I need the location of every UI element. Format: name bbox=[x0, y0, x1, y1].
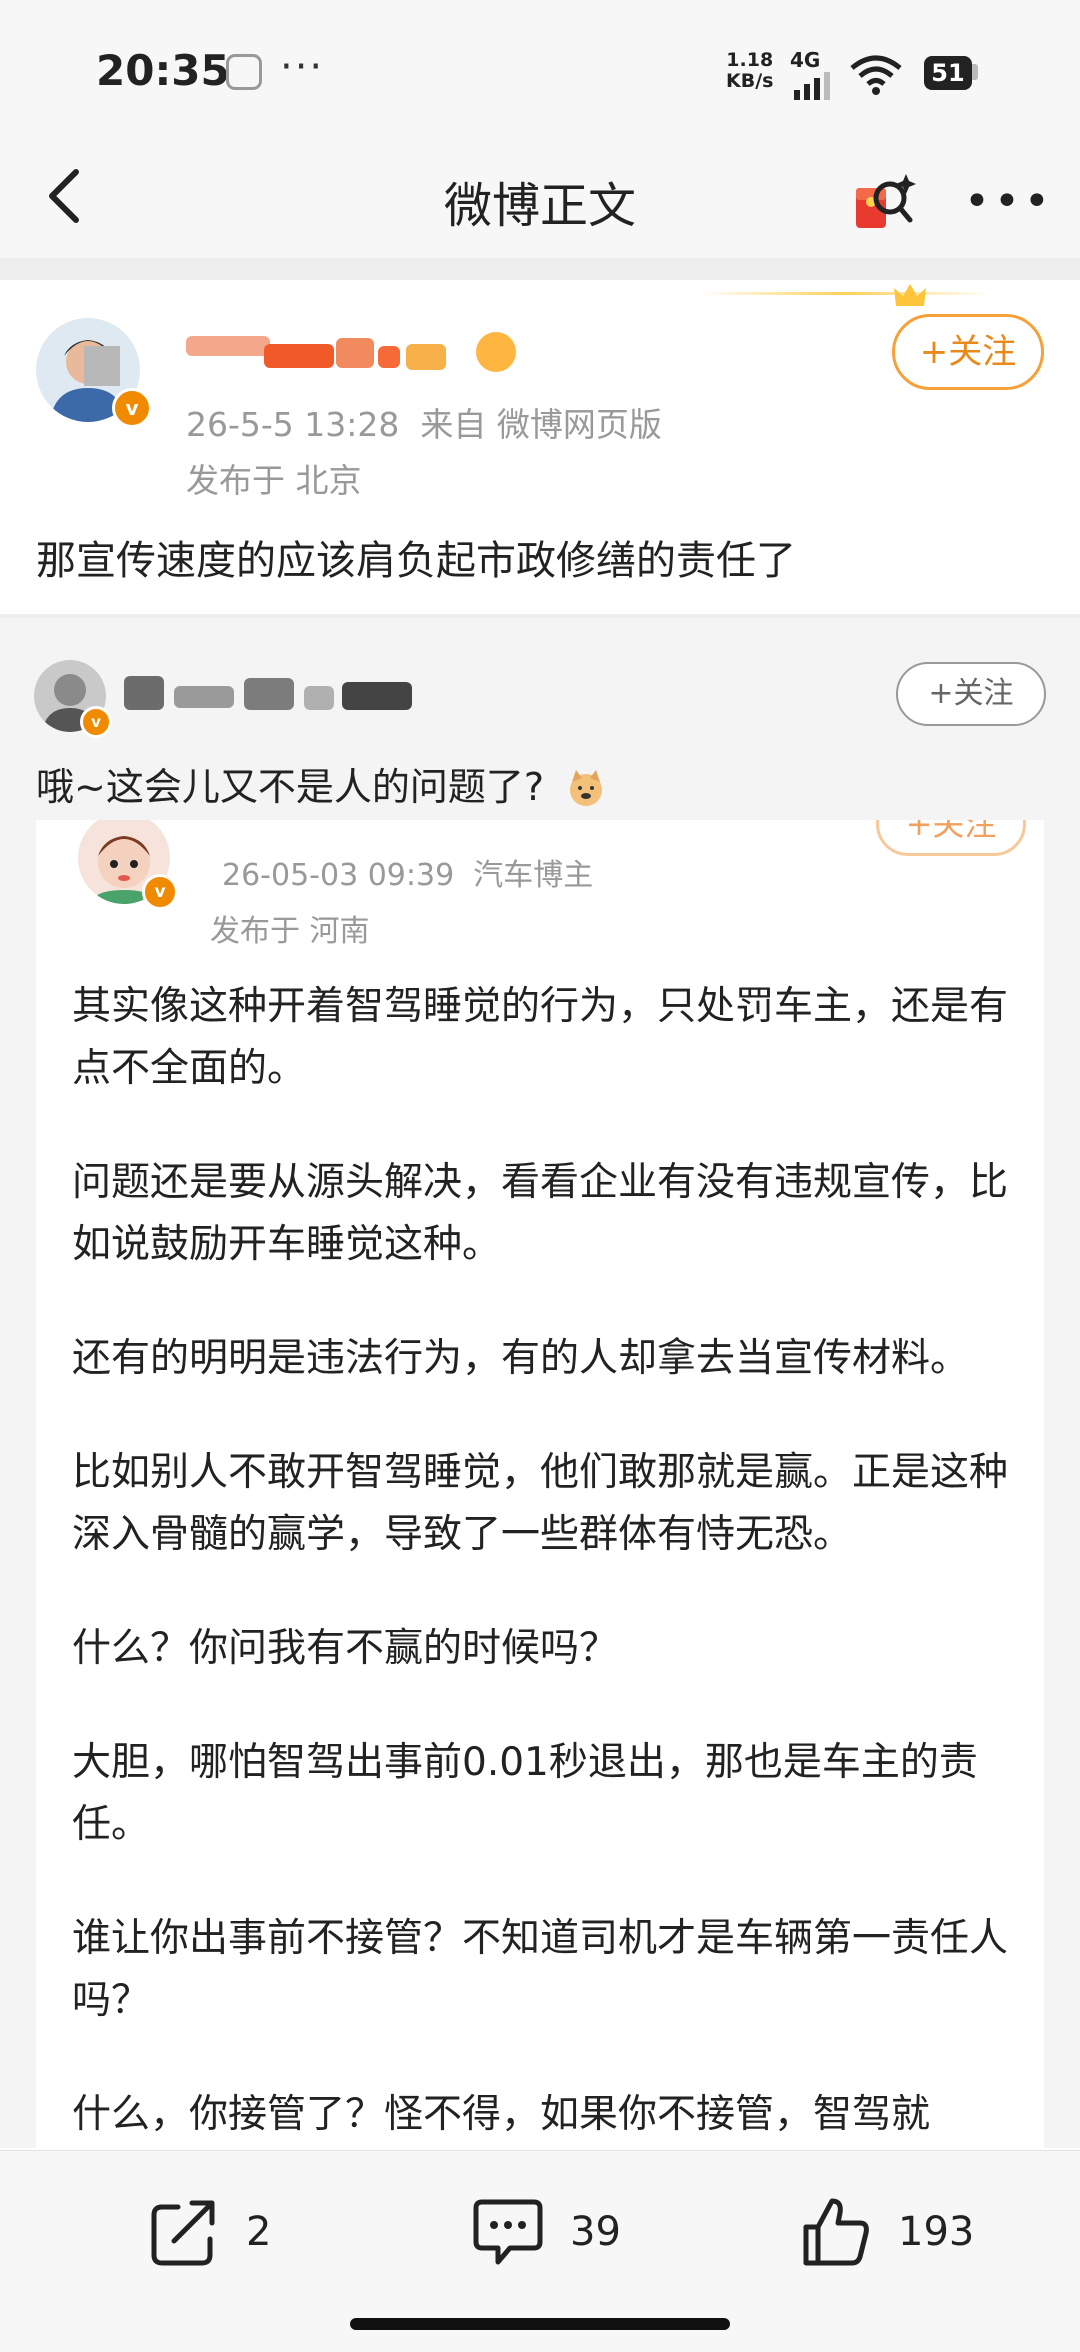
quoted-meta: 26-05-03 09:39 汽车博主 bbox=[222, 858, 594, 893]
post-location: 发布于 北京 bbox=[186, 461, 362, 500]
network-type: 4G bbox=[790, 48, 821, 72]
repost-comment-text: 哦~这会儿又不是人的问题了? bbox=[36, 756, 606, 811]
share-count: 2 bbox=[246, 2209, 272, 2255]
commenter-name-redacted[interactable] bbox=[124, 672, 424, 716]
fan-badge-icon bbox=[476, 332, 516, 372]
quoted-paragraph: 什么，你接管了？怪不得，如果你不接管，智驾就 bbox=[72, 2092, 931, 2137]
quoted-post-card[interactable]: v +关注 26-05-03 09:39 汽车博主 发布于 河南 其实像这种开着… bbox=[36, 820, 1044, 2150]
quoted-paragraph: 还有的明明是违法行为，有的人却拿去当宣传材料。 bbox=[72, 1336, 970, 1381]
red-packet-search-icon[interactable] bbox=[848, 164, 920, 236]
decoration-line bbox=[700, 292, 990, 295]
wifi-icon bbox=[850, 55, 902, 95]
share-icon bbox=[151, 2200, 215, 2266]
post-meta: 26-5-5 13:28 来自 微博网页版 bbox=[186, 405, 662, 444]
verified-badge-icon: v bbox=[112, 388, 152, 428]
quoted-paragraph: 问题还是要从源头解决，看看企业有没有违规宣传，比如说鼓励开车睡觉这种。 bbox=[72, 1160, 1009, 1267]
quoted-location: 发布于 河南 bbox=[210, 914, 370, 949]
quoted-verified-icon: v bbox=[142, 874, 178, 910]
signal-icon bbox=[794, 72, 830, 100]
quoted-author-name-cut[interactable] bbox=[222, 820, 472, 830]
net-speed: 1.18 KB/s bbox=[726, 49, 774, 92]
quoted-paragraph: 谁让你出事前不接管？不知道司机才是车辆第一责任人吗？ bbox=[72, 1916, 1009, 2023]
doge-emoji-icon bbox=[570, 770, 603, 806]
status-time: 20:35 bbox=[96, 46, 230, 95]
follow-button[interactable]: +关注 bbox=[892, 314, 1044, 390]
quoted-paragraph: 比如别人不敢开智驾睡觉，他们敢那就是赢。正是这种深入骨髓的赢学，导致了一些群体有… bbox=[72, 1450, 1009, 1557]
like-count: 193 bbox=[898, 2209, 975, 2255]
crown-icon bbox=[894, 284, 926, 306]
quoted-post-body: 其实像这种开着智驾睡觉的行为，只处罚车主，还是有点不全面的。 问题还是要从源头解… bbox=[72, 976, 1042, 2150]
notification-app-icon bbox=[226, 54, 262, 90]
like-button[interactable]: 193 bbox=[800, 2192, 974, 2272]
comment-button[interactable]: 39 bbox=[470, 2192, 621, 2272]
section-divider bbox=[0, 258, 1080, 280]
thumbs-up-icon bbox=[803, 2198, 869, 2266]
quoted-follow-button[interactable]: +关注 bbox=[876, 820, 1026, 856]
quoted-paragraph: 其实像这种开着智驾睡觉的行为，只处罚车主，还是有点不全面的。 bbox=[72, 984, 1009, 1091]
status-more: ··· bbox=[280, 44, 325, 90]
comment-count: 39 bbox=[570, 2209, 621, 2255]
battery-tip bbox=[972, 64, 978, 80]
commenter-follow-button[interactable]: +关注 bbox=[896, 662, 1046, 726]
author-name-redacted[interactable] bbox=[186, 330, 486, 374]
commenter-verified-icon: v bbox=[80, 706, 112, 738]
more-menu-button[interactable]: ••• bbox=[964, 176, 1054, 227]
quoted-paragraph: 什么？你问我有不赢的时候吗？ bbox=[72, 1626, 619, 1671]
comment-icon bbox=[473, 2199, 543, 2265]
quoted-paragraph: 大胆，哪怕智驾出事前0.01秒退出，那也是车主的责任。 bbox=[72, 1740, 978, 1847]
share-button[interactable]: 2 bbox=[148, 2192, 271, 2272]
post-text: 那宣传速度的应该肩负起市政修缮的责任了 bbox=[36, 538, 796, 584]
battery-icon: 51 bbox=[924, 56, 972, 90]
home-indicator[interactable] bbox=[350, 2318, 730, 2330]
